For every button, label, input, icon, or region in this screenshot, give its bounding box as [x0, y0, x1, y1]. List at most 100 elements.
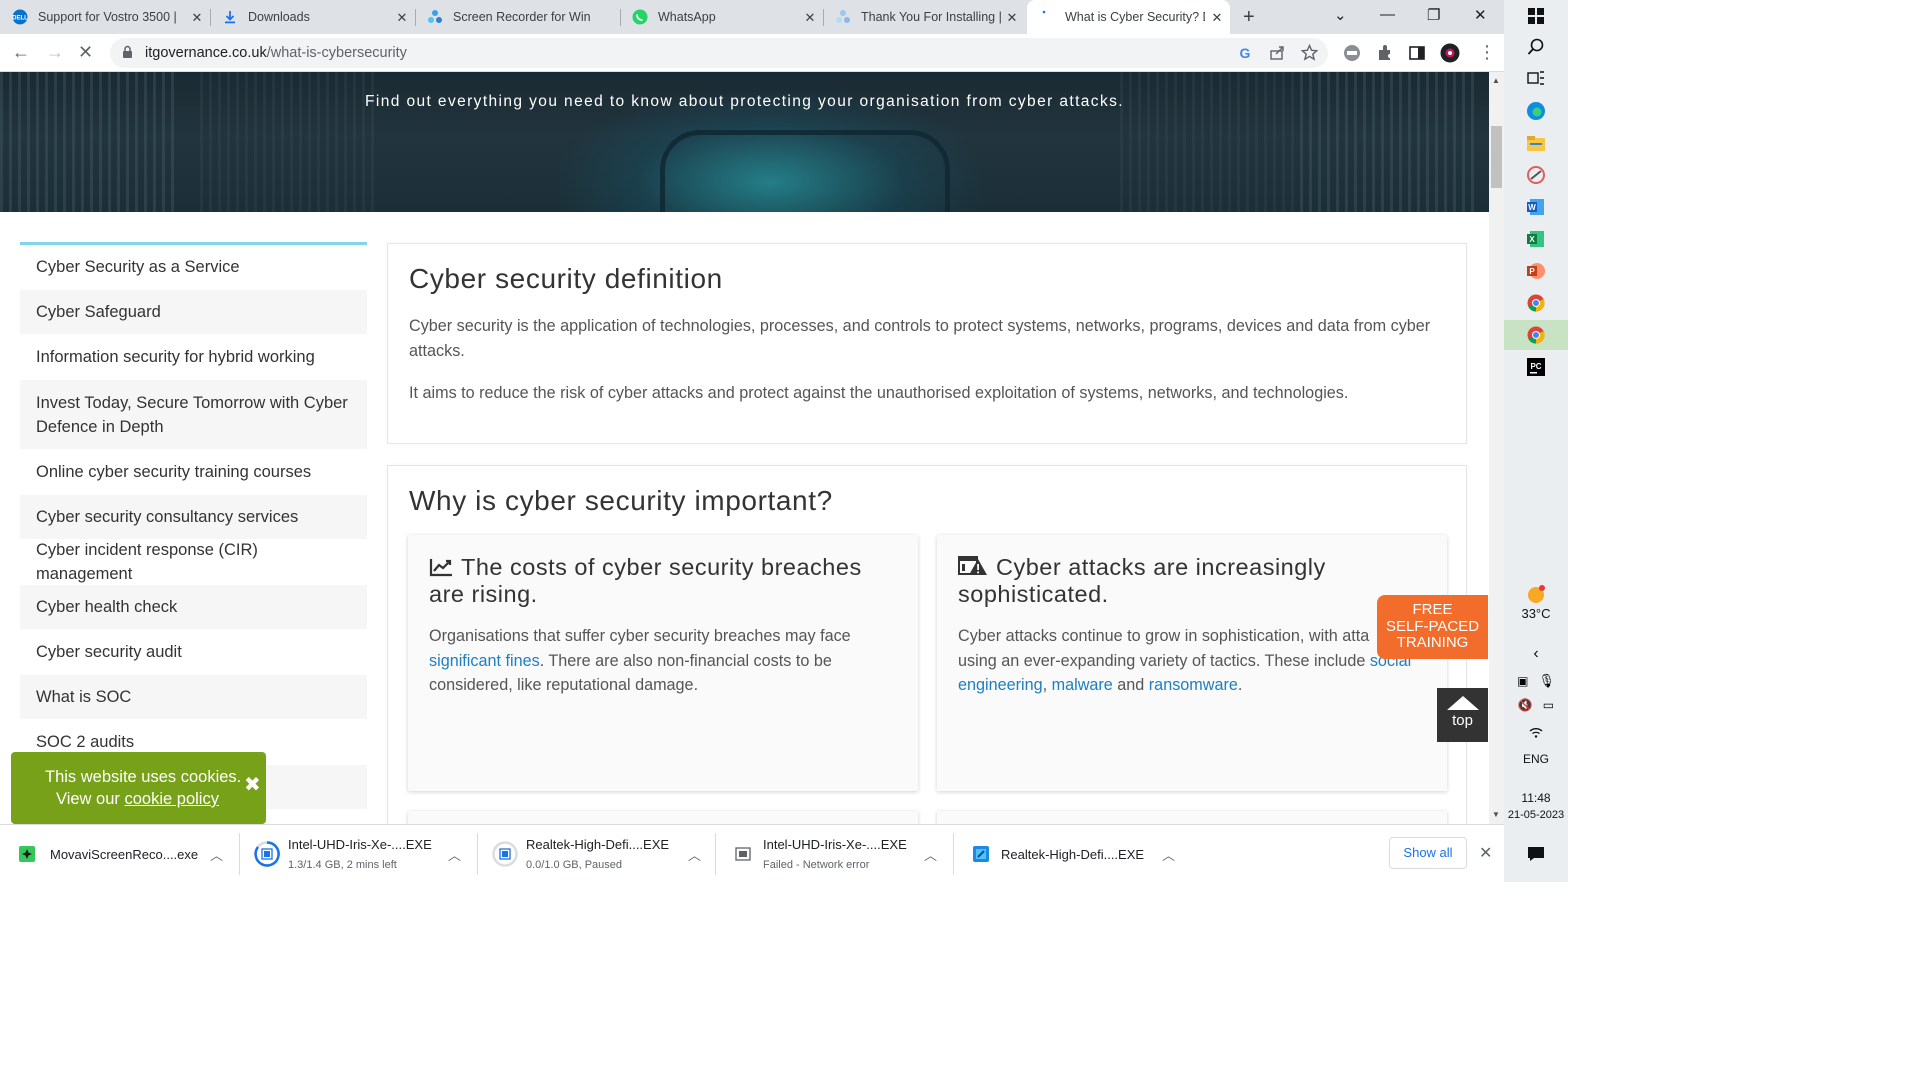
show-hidden-icons-chevron-icon[interactable]: ‹ — [1504, 645, 1568, 663]
powerpoint-icon[interactable]: P — [1504, 260, 1568, 282]
download-item[interactable]: Realtek-High-Defi....EXE ︿ — [954, 825, 1192, 883]
close-tab-icon[interactable]: ✕ — [1210, 10, 1224, 26]
chrome-icon[interactable] — [1504, 292, 1568, 314]
back-icon[interactable]: ← — [12, 42, 30, 63]
chevron-up-icon[interactable]: ︿ — [1162, 845, 1175, 864]
show-all-downloads-button[interactable]: Show all — [1389, 837, 1467, 869]
download-item[interactable]: MovaviScreenReco....exe ︿ — [0, 825, 240, 883]
chevron-up-icon[interactable]: ︿ — [688, 845, 701, 864]
pycharm-icon[interactable]: PC — [1504, 356, 1568, 378]
sidebar-item-what-is-soc[interactable]: What is SOC — [20, 675, 367, 720]
scroll-down-icon[interactable]: ▼ — [1492, 810, 1500, 819]
lock-icon[interactable] — [122, 45, 133, 64]
sidebar-item-label: SOC 2 audits — [36, 733, 135, 751]
profile-avatar[interactable] — [1440, 43, 1460, 68]
sidebar-item-cyber-safeguard[interactable]: Cyber Safeguard — [20, 290, 367, 335]
downloads-shelf: MovaviScreenReco....exe ︿ Intel-UHD-Iris… — [0, 824, 1504, 882]
download-paused-icon — [492, 841, 518, 867]
tab-whatsapp[interactable]: WhatsApp ✕ — [632, 0, 824, 34]
weather-sun-icon[interactable] — [1504, 582, 1568, 606]
sidebar-item-defence-in-depth[interactable]: Invest Today, Secure Tomorrow with Cyber… — [20, 380, 367, 450]
close-tab-icon[interactable]: ✕ — [395, 10, 409, 26]
cookie-text: View our — [56, 790, 125, 808]
microphone-icon[interactable]: 🎙 — [1538, 673, 1555, 689]
google-translate-icon[interactable]: G — [1237, 45, 1253, 66]
definition-paragraph-2: It aims to reduce the risk of cyber atta… — [409, 384, 1349, 402]
scrollbar-thumb[interactable] — [1491, 126, 1502, 188]
close-shelf-icon[interactable]: ✕ — [1479, 843, 1492, 863]
close-tab-icon[interactable]: ✕ — [190, 10, 204, 26]
sidebar-item-health-check[interactable]: Cyber health check — [20, 585, 367, 630]
sidebar-item-label: Cyber health check — [36, 598, 178, 616]
wifi-icon[interactable] — [1504, 722, 1568, 740]
malware-link[interactable]: malware — [1052, 676, 1113, 694]
page-scrollbar[interactable]: ▲ ▼ — [1489, 72, 1504, 824]
chevron-up-icon[interactable]: ︿ — [210, 845, 223, 864]
windows-taskbar: W X P PC 33°C ‹ ▣ 🎙 🔇 ▭ ENG 11:48 21-05-… — [1504, 0, 1568, 882]
notifications-icon[interactable] — [1504, 844, 1568, 864]
tab-thank-you[interactable]: Thank You For Installing | ✕ — [835, 0, 1025, 34]
clock-date[interactable]: 21-05-2023 — [1504, 809, 1568, 821]
loading-icon — [1039, 9, 1055, 25]
chrome-active-icon[interactable] — [1504, 320, 1568, 350]
side-panel-icon[interactable] — [1408, 44, 1426, 67]
close-tab-icon[interactable]: ✕ — [1005, 10, 1019, 26]
chevron-up-icon[interactable]: ︿ — [448, 845, 461, 864]
weather-temperature[interactable]: 33°C — [1504, 606, 1568, 621]
tab-cyber-security[interactable]: What is Cyber Security? D ✕ — [1027, 0, 1230, 34]
free-training-button[interactable]: FREE SELF-PACED TRAINING — [1377, 595, 1488, 659]
extension-icon[interactable] — [1343, 44, 1361, 67]
download-item[interactable]: Intel-UHD-Iris-Xe-....EXE Failed - Netwo… — [716, 825, 954, 883]
restore-icon[interactable]: ❐ — [1427, 6, 1440, 24]
forward-icon[interactable]: → — [46, 42, 64, 63]
input-language[interactable]: ENG — [1504, 752, 1568, 766]
tab-dell-support[interactable]: DELL Support for Vostro 3500 | ✕ — [12, 0, 211, 34]
url-text[interactable]: itgovernance.co.uk/what-is-cybersecurity — [145, 45, 407, 61]
extensions-puzzle-icon[interactable] — [1376, 44, 1394, 67]
sidebar-item-security-audit[interactable]: Cyber security audit — [20, 630, 367, 675]
chevron-up-icon[interactable]: ︿ — [924, 845, 937, 864]
tab-downloads[interactable]: Downloads ✕ — [222, 0, 416, 34]
back-to-top-button[interactable]: top — [1437, 688, 1488, 742]
tab-search-chevron-icon[interactable]: ⌄ — [1334, 6, 1347, 24]
new-tab-icon[interactable]: + — [1243, 6, 1255, 29]
bookmark-star-icon[interactable] — [1300, 43, 1319, 66]
sidebar-nav: Cyber Security as a Service Cyber Safegu… — [20, 242, 367, 810]
text-fragment: . — [1237, 676, 1243, 694]
minimize-icon[interactable]: — — [1380, 6, 1395, 23]
close-tab-icon[interactable]: ✕ — [803, 10, 817, 26]
file-explorer-icon[interactable] — [1504, 132, 1568, 154]
address-bar[interactable]: itgovernance.co.uk/what-is-cybersecurity… — [110, 38, 1328, 68]
snipping-tool-icon[interactable] — [1504, 164, 1568, 186]
sidebar-item-incident-response[interactable]: Cyber incident response (CIR) management — [20, 540, 367, 585]
sidebar-item-hybrid-working[interactable]: Information security for hybrid working — [20, 335, 367, 380]
excel-icon[interactable]: X — [1504, 228, 1568, 250]
close-window-icon[interactable]: ✕ — [1474, 6, 1487, 24]
tray-icons: ▣ 🎙 — [1504, 672, 1568, 690]
significant-fines-link[interactable]: significant fines — [429, 652, 540, 670]
tab-screen-recorder[interactable]: Screen Recorder for Wind — [427, 0, 621, 34]
stop-loading-icon[interactable]: ✕ — [78, 42, 93, 63]
clock-time[interactable]: 11:48 — [1504, 791, 1568, 805]
task-view-icon[interactable] — [1504, 68, 1568, 88]
speaker-muted-icon[interactable]: 🔇 — [1518, 698, 1533, 712]
windows-start-icon[interactable] — [1504, 6, 1568, 26]
share-icon[interactable] — [1269, 45, 1285, 66]
meet-now-icon[interactable]: ▣ — [1517, 674, 1528, 688]
menu-kebab-icon[interactable]: ⋮ — [1478, 42, 1496, 63]
word-icon[interactable]: W — [1504, 196, 1568, 218]
battery-icon[interactable]: ▭ — [1543, 698, 1554, 712]
sidebar-item-training-courses[interactable]: Online cyber security training courses — [20, 450, 367, 495]
edge-icon[interactable] — [1504, 100, 1568, 122]
sidebar-item-consultancy[interactable]: Cyber security consultancy services — [20, 495, 367, 540]
download-item[interactable]: Intel-UHD-Iris-Xe-....EXE 1.3/1.4 GB, 2 … — [240, 825, 478, 883]
download-item[interactable]: Realtek-High-Defi....EXE 0.0/1.0 GB, Pau… — [478, 825, 716, 883]
ransomware-link[interactable]: ransomware — [1149, 676, 1238, 694]
cookie-policy-link[interactable]: cookie policy — [124, 790, 218, 808]
close-cookie-icon[interactable]: ✖ — [244, 772, 261, 797]
svg-text:P: P — [1529, 267, 1535, 276]
sidebar-item-cyber-security-as-a-service[interactable]: Cyber Security as a Service — [20, 245, 367, 290]
search-icon[interactable] — [1504, 36, 1568, 58]
scroll-up-icon[interactable]: ▲ — [1492, 76, 1500, 85]
why-heading: Why is cyber security important? — [409, 485, 833, 516]
